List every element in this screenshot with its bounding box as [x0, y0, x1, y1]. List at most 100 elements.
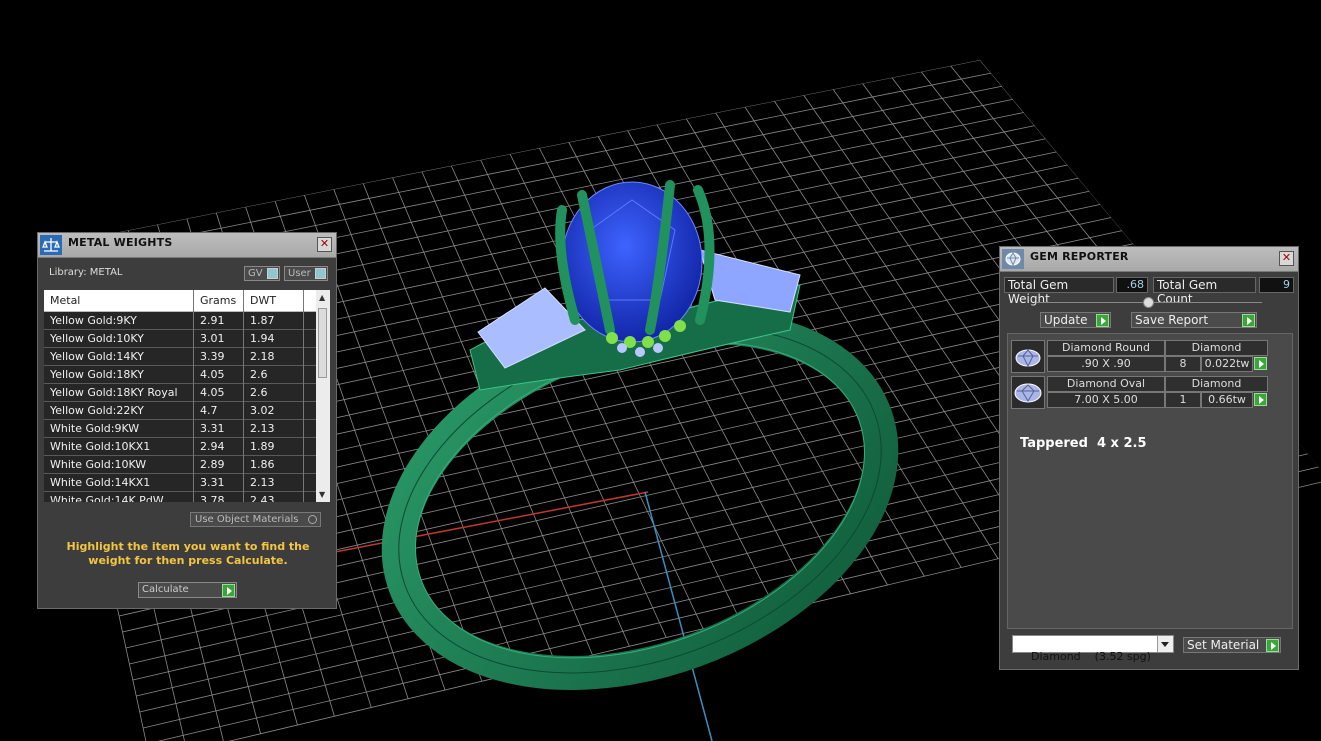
gem-icon — [1002, 249, 1024, 269]
cell-dwt: 2.18 — [250, 350, 275, 363]
radio-icon[interactable] — [308, 515, 317, 524]
total-gem-weight-value: .68 — [1116, 277, 1148, 293]
play-icon[interactable] — [1242, 314, 1255, 327]
table-row[interactable]: White Gold:14KX1 3.31 2.13 — [44, 474, 330, 492]
list-item[interactable]: Diamond Round Diamond .90 X .90 8 0.022t… — [1011, 340, 1268, 373]
gem-name: Diamond Round — [1047, 340, 1165, 356]
gem-reporter-title: GEM REPORTER — [1030, 250, 1129, 263]
cell-metal: Yellow Gold:14KY — [50, 350, 144, 363]
table-row[interactable]: Yellow Gold:22KY 4.7 3.02 — [44, 402, 330, 420]
cell-grams: 2.89 — [200, 458, 225, 471]
table-row[interactable]: White Gold:10KW 2.89 1.86 — [44, 456, 330, 474]
cell-dwt: 2.13 — [250, 476, 275, 489]
cell-grams: 3.01 — [200, 332, 225, 345]
table-row[interactable]: White Gold:10KX1 2.94 1.89 — [44, 438, 330, 456]
use-object-materials-option[interactable]: Use Object Materials — [190, 512, 321, 527]
table-row[interactable]: Yellow Gold:18KY Royal 4.05 2.6 — [44, 384, 330, 402]
play-icon[interactable] — [222, 584, 235, 597]
play-icon[interactable] — [1254, 357, 1267, 370]
gv-label: GV — [248, 268, 263, 279]
gv-checkbox-icon[interactable] — [267, 268, 278, 279]
chevron-down-icon[interactable] — [1157, 636, 1173, 652]
col-grams[interactable]: Grams — [200, 294, 236, 307]
cell-metal: Yellow Gold:18KY Royal — [50, 386, 178, 399]
cell-grams: 3.78 — [200, 494, 225, 502]
cell-metal: White Gold:10KW — [50, 458, 147, 471]
use-object-materials-label: Use Object Materials — [195, 514, 299, 525]
gem-count: 1 — [1165, 392, 1201, 408]
col-metal[interactable]: Metal — [50, 294, 80, 307]
table-row[interactable]: Yellow Gold:10KY 3.01 1.94 — [44, 330, 330, 348]
set-material-button[interactable]: Set Material — [1183, 637, 1281, 653]
cell-grams: 4.7 — [200, 404, 218, 417]
close-icon[interactable]: ✕ — [317, 237, 332, 252]
update-button[interactable]: Update — [1040, 312, 1111, 328]
table-header: Metal Grams DWT — [44, 290, 330, 312]
gem-weight: 0.022tw — [1201, 356, 1253, 372]
col-dwt[interactable]: DWT — [250, 294, 276, 307]
list-item[interactable]: Diamond Oval Diamond 7.00 X 5.00 1 0.66t… — [1011, 376, 1268, 409]
table-row[interactable]: White Gold:9KW 3.31 2.13 — [44, 420, 330, 438]
calculate-label: Calculate — [142, 584, 189, 595]
scroll-thumb[interactable] — [318, 308, 327, 378]
z-axis-line — [644, 491, 713, 741]
cell-dwt: 1.87 — [250, 314, 275, 327]
metal-weights-titlebar[interactable]: METAL WEIGHTS ✕ — [38, 233, 336, 258]
cell-dwt: 2.6 — [250, 386, 268, 399]
user-checkbox-icon[interactable] — [315, 268, 326, 279]
cell-dwt: 1.86 — [250, 458, 275, 471]
gem-size: .90 X .90 — [1047, 356, 1165, 372]
ring-model[interactable] — [350, 180, 929, 736]
cell-metal: White Gold:14K PdW — [50, 494, 164, 502]
material-select-value: Diamond (3.52 spg) — [1031, 650, 1151, 663]
user-toggle[interactable]: User — [284, 266, 328, 281]
scroll-down-icon[interactable]: ▼ — [319, 490, 325, 499]
set-material-label: Set Material — [1187, 638, 1260, 652]
table-row[interactable]: Yellow Gold:18KY 4.05 2.6 — [44, 366, 330, 384]
cell-dwt: 2.13 — [250, 422, 275, 435]
library-label: Library: METAL — [49, 267, 123, 278]
instruction-text: Highlight the item you want to find the … — [66, 540, 310, 567]
cell-grams: 3.39 — [200, 350, 225, 363]
gem-count: 8 — [1165, 356, 1201, 372]
gem-note: Tappered 4 x 2.5 — [1020, 436, 1147, 451]
gem-material: Diamond — [1165, 340, 1268, 356]
gem-material: Diamond — [1165, 376, 1268, 392]
cell-grams: 4.05 — [200, 386, 225, 399]
gem-name: Diamond Oval — [1047, 376, 1165, 392]
gem-reporter-titlebar[interactable]: GEM REPORTER ✕ — [1000, 247, 1298, 272]
total-gem-count-label: Total Gem Count — [1153, 277, 1256, 306]
calculate-button[interactable]: Calculate — [138, 582, 237, 598]
table-row[interactable]: Yellow Gold:9KY 2.91 1.87 — [44, 312, 330, 330]
scroll-up-icon[interactable]: ▲ — [319, 293, 325, 302]
metal-table[interactable]: Metal Grams DWT Yellow Gold:9KY 2.91 1.87 Y… — [44, 290, 330, 502]
save-report-button[interactable]: Save Report — [1131, 312, 1257, 328]
cell-dwt: 2.6 — [250, 368, 268, 381]
cell-grams: 2.94 — [200, 440, 225, 453]
gem-list[interactable]: Diamond Round Diamond .90 X .90 8 0.022t… — [1007, 333, 1293, 629]
material-select[interactable]: Diamond (3.52 spg) — [1012, 635, 1174, 663]
cell-dwt: 2.43 — [250, 494, 275, 502]
cell-dwt: 1.89 — [250, 440, 275, 453]
close-icon[interactable]: ✕ — [1279, 251, 1294, 266]
cell-grams: 2.91 — [200, 314, 225, 327]
table-row[interactable]: White Gold:14K PdW 3.78 2.43 — [44, 492, 330, 502]
play-icon[interactable] — [1096, 314, 1109, 327]
cell-metal: White Gold:9KW — [50, 422, 140, 435]
gv-toggle[interactable]: GV — [244, 266, 280, 281]
cell-grams: 3.31 — [200, 476, 225, 489]
cell-metal: Yellow Gold:9KY — [50, 314, 137, 327]
total-gem-count-value: 9 — [1259, 277, 1294, 293]
cell-metal: Yellow Gold:18KY — [50, 368, 144, 381]
table-scrollbar[interactable]: ▲ ▼ — [316, 290, 330, 502]
table-row[interactable]: Yellow Gold:14KY 3.39 2.18 — [44, 348, 330, 366]
divider-handle-icon[interactable] — [1143, 297, 1154, 308]
play-icon[interactable] — [1254, 393, 1267, 406]
gem-reporter-panel: GEM REPORTER ✕ Total Gem Weight .68 Tota… — [999, 246, 1299, 670]
cell-dwt: 1.94 — [250, 332, 275, 345]
play-icon[interactable] — [1266, 639, 1279, 652]
round-gem-icon — [1011, 340, 1045, 373]
gem-size: 7.00 X 5.00 — [1047, 392, 1165, 408]
user-label: User — [288, 268, 311, 279]
cell-metal: White Gold:14KX1 — [50, 476, 151, 489]
